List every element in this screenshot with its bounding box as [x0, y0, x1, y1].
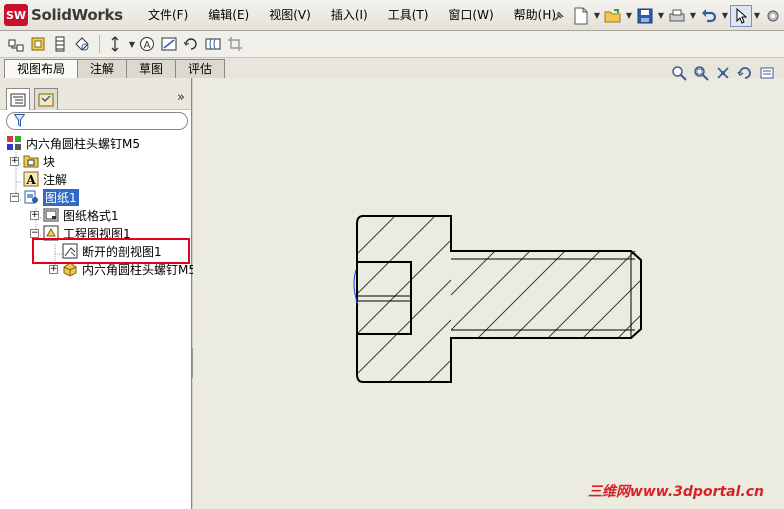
alignment-dropdown-icon[interactable]: ▼: [127, 40, 137, 49]
save-dropdown-icon[interactable]: ▼: [656, 11, 666, 20]
broken-view-icon[interactable]: [203, 34, 223, 54]
head-hatching: [357, 217, 451, 382]
feature-manager-icon[interactable]: [6, 88, 30, 110]
rotate-icon[interactable]: [181, 34, 201, 54]
tree-filter-field[interactable]: [6, 112, 188, 130]
menu-window[interactable]: 窗口(W): [438, 0, 503, 31]
undo-dropdown-icon[interactable]: ▼: [720, 11, 730, 20]
menu-bar: 文件(F) 编辑(E) 视图(V) 插入(I) 工具(T) 窗口(W) 帮助(H…: [138, 0, 566, 31]
tree-root-label: 内六角圆柱头螺钉M5: [26, 136, 140, 151]
print-dropdown-icon[interactable]: ▼: [688, 11, 698, 20]
feature-manager-panel: » 内六角圆柱头螺钉M5 + 块 A 注解 − 图纸1 + 图纸格式1 − 工程…: [0, 78, 196, 509]
options-icon[interactable]: [762, 5, 784, 27]
pushpin-icon[interactable]: [548, 5, 570, 27]
command-manager-tabs: 视图布局 注解 草图 评估: [0, 58, 784, 78]
crop-icon[interactable]: [225, 34, 245, 54]
menu-edit[interactable]: 编辑(E): [198, 0, 259, 31]
tab-sketch[interactable]: 草图: [126, 59, 177, 78]
select-arrow-icon[interactable]: [730, 4, 752, 27]
section-view-icon[interactable]: [50, 34, 70, 54]
tree-item-label: 图纸1: [43, 188, 79, 206]
drawing-document-icon: [6, 135, 22, 151]
tree-item-blocks[interactable]: + 块: [10, 152, 55, 170]
expand-toggle[interactable]: +: [10, 156, 19, 166]
screw-section-drawing[interactable]: [193, 78, 784, 509]
open-folder-icon[interactable]: [602, 5, 624, 27]
drawing-toolbar: ▼ A: [0, 31, 784, 58]
block-folder-icon: [23, 153, 39, 169]
expand-toggle[interactable]: +: [49, 264, 58, 274]
standard-toolbar: ▼ ▼ ▼ ▼ ▼ ▼: [548, 3, 784, 28]
solidworks-logo: SW SolidWorks: [4, 4, 123, 26]
svg-text:A: A: [144, 40, 151, 51]
projected-view-icon[interactable]: [28, 34, 48, 54]
property-manager-icon[interactable]: [34, 88, 58, 110]
expand-toggle[interactable]: +: [30, 210, 39, 220]
menu-file[interactable]: 文件(F): [138, 0, 198, 31]
detail-view-icon[interactable]: [72, 34, 92, 54]
new-dropdown-icon[interactable]: ▼: [592, 11, 602, 20]
graphics-area[interactable]: 三维网www.3dportal.cn: [193, 66, 784, 509]
sheet-icon: [23, 189, 39, 205]
tree-item-sheet-format[interactable]: + 图纸格式1: [30, 206, 119, 224]
thread-lines: [451, 251, 635, 338]
callout-highlight-box: [32, 238, 190, 264]
block-icon[interactable]: [159, 34, 179, 54]
model-view-icon[interactable]: [6, 34, 26, 54]
save-icon[interactable]: [634, 5, 656, 27]
annotation-icon: A: [23, 171, 39, 187]
sw-badge-icon: SW: [4, 4, 28, 26]
tree-item-annotations[interactable]: A 注解: [23, 170, 67, 188]
open-dropdown-icon[interactable]: ▼: [624, 11, 634, 20]
tab-evaluate[interactable]: 评估: [175, 59, 226, 78]
tab-view-layout[interactable]: 视图布局: [4, 59, 79, 78]
undo-icon[interactable]: [698, 5, 720, 27]
tree-item-label: 块: [43, 154, 56, 169]
svg-text:A: A: [25, 173, 36, 187]
tree-root[interactable]: 内六角圆柱头螺钉M5: [6, 134, 140, 152]
panel-tabs: »: [0, 78, 191, 110]
shank-hatching: [451, 251, 641, 338]
app-name: SolidWorks: [31, 6, 123, 24]
alignment-icon[interactable]: [105, 34, 125, 54]
sheet-format-icon: [43, 207, 59, 223]
tree-item-sheet[interactable]: − 图纸1: [10, 188, 79, 206]
collapse-toggle[interactable]: −: [30, 228, 39, 238]
socket-hex-lines: [357, 295, 411, 302]
tree-item-label: 图纸格式1: [63, 208, 119, 223]
screw-outline: [356, 215, 642, 383]
expand-panel-icon[interactable]: »: [177, 90, 185, 105]
text-annotation-icon[interactable]: A: [137, 34, 157, 54]
watermark-text: 三维网www.3dportal.cn: [587, 484, 764, 500]
collapse-toggle[interactable]: −: [10, 192, 19, 202]
new-document-icon[interactable]: [570, 5, 592, 27]
tree-item-label: 注解: [43, 172, 68, 187]
title-bar: SW SolidWorks 文件(F) 编辑(E) 视图(V) 插入(I) 工具…: [0, 0, 784, 31]
select-dropdown-icon[interactable]: ▼: [752, 11, 762, 20]
tab-annotation[interactable]: 注解: [77, 59, 128, 78]
filter-icon: [13, 114, 26, 130]
toolbar-separator: [99, 35, 100, 53]
menu-view[interactable]: 视图(V): [259, 0, 321, 31]
menu-tools[interactable]: 工具(T): [378, 0, 439, 31]
menu-insert[interactable]: 插入(I): [321, 0, 378, 31]
print-icon[interactable]: [666, 5, 688, 27]
